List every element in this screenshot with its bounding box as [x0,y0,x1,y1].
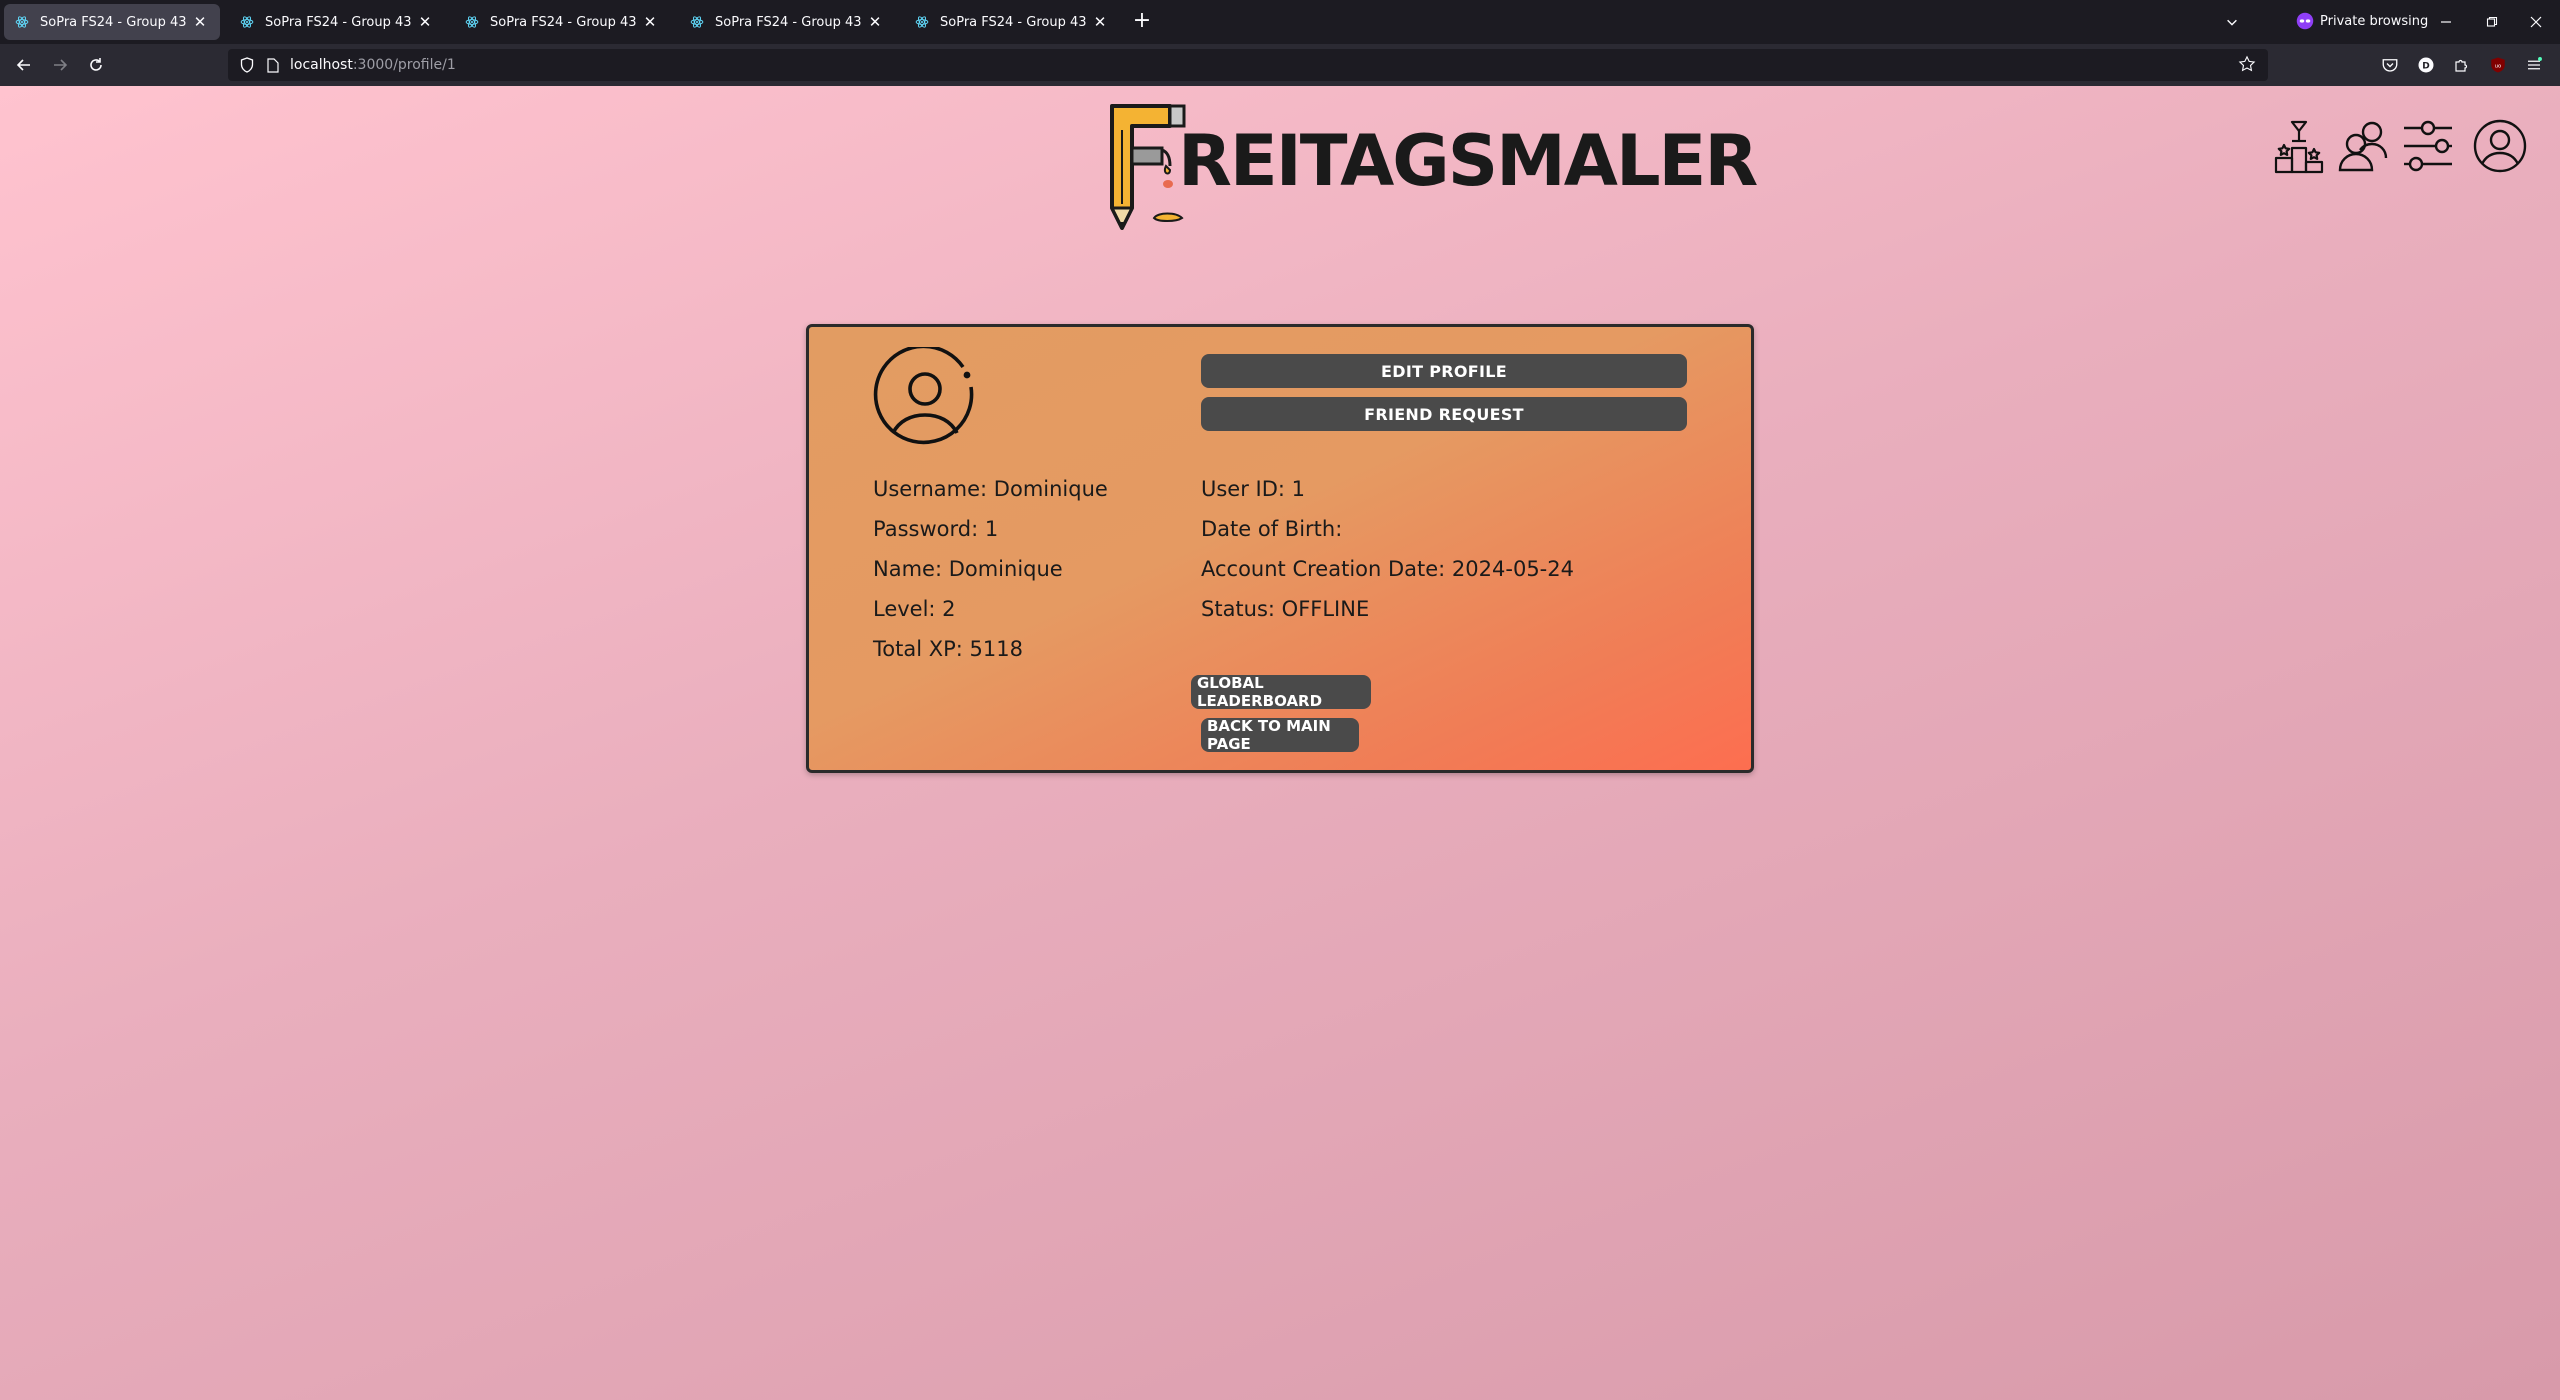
browser-tab-bar: SoPra FS24 - Group 43 ✕ SoPra FS24 - Gro… [0,0,2560,44]
close-tab-icon[interactable]: ✕ [415,12,435,32]
browser-tab[interactable]: SoPra FS24 - Group 43 ✕ [904,4,1120,40]
browser-nav-bar: localhost:3000/profile/1 D uo [0,44,2560,86]
tab-title: SoPra FS24 - Group 43 [490,14,637,30]
top-right-nav [2272,118,2532,178]
close-tab-icon[interactable]: ✕ [640,12,660,32]
tab-title: SoPra FS24 - Group 43 [40,14,187,30]
extensions-puzzle-icon[interactable] [2452,55,2472,75]
back-to-main-page-button[interactable]: BACK TO MAIN PAGE [1201,717,1359,753]
react-icon [14,14,30,30]
total-xp-field: Total XP: 5118 [873,637,1023,661]
friends-icon[interactable] [2336,118,2392,174]
tab-title: SoPra FS24 - Group 43 [265,14,412,30]
minimize-window-icon[interactable] [2434,10,2458,34]
password-field: Password: 1 [873,517,999,541]
logo-text: REITAGSMALER [1178,120,1758,202]
back-arrow-icon[interactable] [12,53,36,77]
freitagsmaler-logo[interactable]: REITAGSMALER [1106,100,1758,230]
name-field: Name: Dominique [873,557,1063,581]
url-host: localhost [290,57,353,73]
close-window-icon[interactable] [2524,10,2548,34]
forward-arrow-icon[interactable] [48,53,72,77]
level-field: Level: 2 [873,597,956,621]
pocket-icon[interactable] [2380,55,2400,75]
shield-icon[interactable] [238,56,256,74]
paint-pencil-icon [1110,104,1186,230]
username-field: Username: Dominique [873,477,1108,501]
friend-request-button[interactable]: FRIEND REQUEST [1201,397,1687,431]
svg-text:uo: uo [2495,63,2502,69]
status-field: Status: OFFLINE [1201,597,1370,621]
svg-text:D: D [2422,61,2429,71]
react-icon [239,14,255,30]
extension-d-icon[interactable]: D [2416,55,2436,75]
restore-window-icon[interactable] [2480,10,2504,34]
edit-profile-button[interactable]: EDIT PROFILE [1201,354,1687,388]
settings-sliders-icon[interactable] [2400,118,2456,174]
new-tab-button[interactable]: + [1130,10,1154,34]
profile-user-icon[interactable] [2472,118,2528,174]
private-mask-icon [2296,12,2314,30]
tab-title: SoPra FS24 - Group 43 [715,14,862,30]
private-browsing-label: Private browsing [2320,13,2429,29]
reload-icon[interactable] [84,53,108,77]
url-bar[interactable]: localhost:3000/profile/1 [228,49,2268,81]
global-leaderboard-button[interactable]: GLOBAL LEADERBOARD [1191,674,1371,710]
private-browsing-indicator: Private browsing [2296,12,2428,30]
date-of-birth-field: Date of Birth: [1201,517,1343,541]
account-creation-date-field: Account Creation Date: 2024-05-24 [1201,557,1574,581]
browser-tab[interactable]: SoPra FS24 - Group 43 ✕ [454,4,670,40]
list-tabs-chevron-icon[interactable] [2220,10,2244,34]
browser-tab[interactable]: SoPra FS24 - Group 43 ✕ [4,4,220,40]
browser-tab[interactable]: SoPra FS24 - Group 43 ✕ [229,4,445,40]
page-background: REITAGSMALER EDIT PROFILE FRIEND REQUEST… [0,86,2560,1400]
react-icon [914,14,930,30]
profile-card: EDIT PROFILE FRIEND REQUEST Username: Do… [806,324,1754,773]
ublock-icon[interactable]: uo [2488,55,2508,75]
tab-title: SoPra FS24 - Group 43 [940,14,1087,30]
page-info-icon[interactable] [264,56,282,74]
url-path: :3000/profile/1 [352,57,456,73]
leaderboard-podium-icon[interactable] [2272,118,2328,174]
bookmark-star-icon[interactable] [2238,55,2258,75]
menu-hamburger-icon[interactable] [2524,55,2544,75]
react-icon [464,14,480,30]
browser-tab[interactable]: SoPra FS24 - Group 43 ✕ [679,4,895,40]
close-tab-icon[interactable]: ✕ [865,12,885,32]
user-id-field: User ID: 1 [1201,477,1306,501]
avatar-user-icon [873,344,977,451]
close-tab-icon[interactable]: ✕ [190,12,210,32]
close-tab-icon[interactable]: ✕ [1090,12,1110,32]
react-icon [689,14,705,30]
